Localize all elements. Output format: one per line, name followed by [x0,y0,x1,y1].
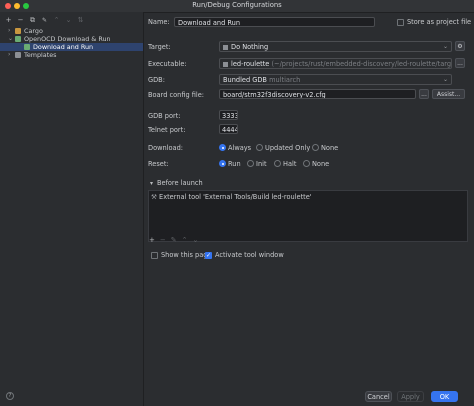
name-field[interactable]: Download and Run [174,17,375,27]
gdb-port-field[interactable]: 3333 [219,110,238,120]
sort-icon[interactable]: ⇅ [77,16,84,25]
gdb-value: Bundled GDB [223,76,267,84]
executable-label: Executable: [148,60,187,68]
configuration-editor: Name: Download and Run Store as project … [144,12,474,406]
chevron-right-icon[interactable]: › [8,27,10,35]
apply-button[interactable]: Apply [397,391,424,402]
before-launch-title[interactable]: Before launch [157,179,203,187]
chevron-down-icon[interactable]: ⌄ [8,35,13,43]
target-icon [223,44,228,50]
move-down-icon[interactable]: ⌄ [65,16,72,25]
download-always-label: Always [228,144,252,152]
reset-halt-label: Halt [283,160,297,168]
reset-init-radio[interactable] [247,160,254,167]
target-dropdown[interactable]: Do Nothing ⌄ [219,41,452,52]
telnet-port-field[interactable]: 4444 [219,124,238,134]
show-this-page-label: Show this page [161,251,212,259]
reset-run-label: Run [228,160,241,168]
executable-icon [223,61,228,67]
reset-label: Reset: [148,160,169,168]
executable-dropdown[interactable]: led-roulette (~/projects/rust/embedded-d… [219,58,452,69]
browse-board-config-button[interactable]: ... [419,89,429,99]
sidebar-toolbar: + − ⧉ ✎ ⌃ ⌄ ⇅ [5,16,84,25]
wrench-icon [15,52,21,58]
download-none-label: None [321,144,339,152]
download-updated-only-radio[interactable] [256,144,263,151]
reset-init-label: Init [256,160,267,168]
remove-icon[interactable]: − [17,16,24,25]
list-item[interactable]: ⚒ External tool 'External Tools/Build le… [151,193,312,201]
tree-item-templates[interactable]: › Templates [0,51,143,59]
cancel-button[interactable]: Cancel [365,391,392,402]
executable-path: (~/projects/rust/embedded-discovery/led-… [271,60,452,68]
help-button[interactable]: ? [6,392,14,400]
assist-button[interactable]: Assist... [432,89,465,99]
add-icon[interactable]: + [149,236,155,244]
chevron-down-icon[interactable]: ▾ [150,180,153,187]
board-config-field[interactable]: board/stm32f3discovery-v2.cfg [219,89,416,99]
chevron-down-icon: ⌄ [442,76,448,83]
store-as-project-file-checkbox[interactable] [397,19,404,26]
reset-none-radio[interactable] [303,160,310,167]
reset-run-radio[interactable] [219,160,226,167]
gear-icon[interactable]: ⚙ [455,41,465,51]
executable-name: led-roulette [231,60,270,68]
gdb-label: GDB: [148,76,165,84]
store-as-project-file-label: Store as project file [407,18,472,26]
download-label: Download: [148,144,183,152]
openocd-icon [15,36,21,42]
reset-halt-radio[interactable] [274,160,281,167]
activate-tool-window-label: Activate tool window [215,251,284,259]
wrench-icon[interactable]: ✎ [41,16,48,25]
add-icon[interactable]: + [5,16,12,25]
tree-item-download-and-run[interactable]: Download and Run [0,43,143,51]
target-value: Do Nothing [231,43,269,51]
configurations-sidebar: + − ⧉ ✎ ⌃ ⌄ ⇅ › Cargo ⌄ OpenOCD Download… [0,12,144,406]
chevron-down-icon: ⌄ [442,43,448,50]
chevron-right-icon[interactable]: › [8,51,10,59]
name-label: Name: [148,18,170,26]
tree-item-label: Download and Run [33,43,94,51]
before-launch-task: External tool 'External Tools/Build led-… [159,193,312,201]
window-title: Run/Debug Configurations [192,1,282,9]
show-this-page-checkbox[interactable] [151,252,158,259]
ok-button[interactable]: OK [431,391,458,402]
reset-none-label: None [312,160,330,168]
browse-executable-button[interactable]: ... [455,58,465,68]
before-launch-toolbar: + − ✎ ⌃ ⌄ [149,236,198,244]
copy-icon[interactable]: ⧉ [29,16,36,25]
cargo-icon [15,28,21,34]
openocd-config-icon [24,44,30,50]
run-debug-configurations-window: Run/Debug Configurations + − ⧉ ✎ ⌃ ⌄ ⇅ ›… [0,0,474,406]
before-launch-list: ⚒ External tool 'External Tools/Build le… [148,190,468,242]
target-label: Target: [148,43,171,51]
download-none-radio[interactable] [312,144,319,151]
wrench-icon: ⚒ [151,193,157,201]
move-up-icon[interactable]: ⌃ [182,236,188,244]
activate-tool-window-checkbox[interactable]: ✓ [205,252,212,259]
tree-item-openocd[interactable]: ⌄ OpenOCD Download & Run [0,35,143,43]
tree-item-label: Templates [24,51,57,59]
tree-item-label: Cargo [24,27,43,35]
gdb-dropdown[interactable]: Bundled GDB multiarch ⌄ [219,74,452,85]
board-config-label: Board config file: [148,91,205,99]
telnet-port-label: Telnet port: [148,126,186,134]
gdb-port-label: GDB port: [148,112,181,120]
gdb-hint: multiarch [269,76,301,84]
edit-icon[interactable]: ✎ [171,236,177,244]
download-updated-only-label: Updated Only [265,144,311,152]
remove-icon[interactable]: − [160,236,166,244]
tree-item-cargo[interactable]: › Cargo [0,27,143,35]
move-down-icon[interactable]: ⌄ [193,236,199,244]
move-up-icon[interactable]: ⌃ [53,16,60,25]
configurations-tree: › Cargo ⌄ OpenOCD Download & Run Downloa… [0,27,143,59]
download-always-radio[interactable] [219,144,226,151]
tree-item-label: OpenOCD Download & Run [24,35,111,43]
